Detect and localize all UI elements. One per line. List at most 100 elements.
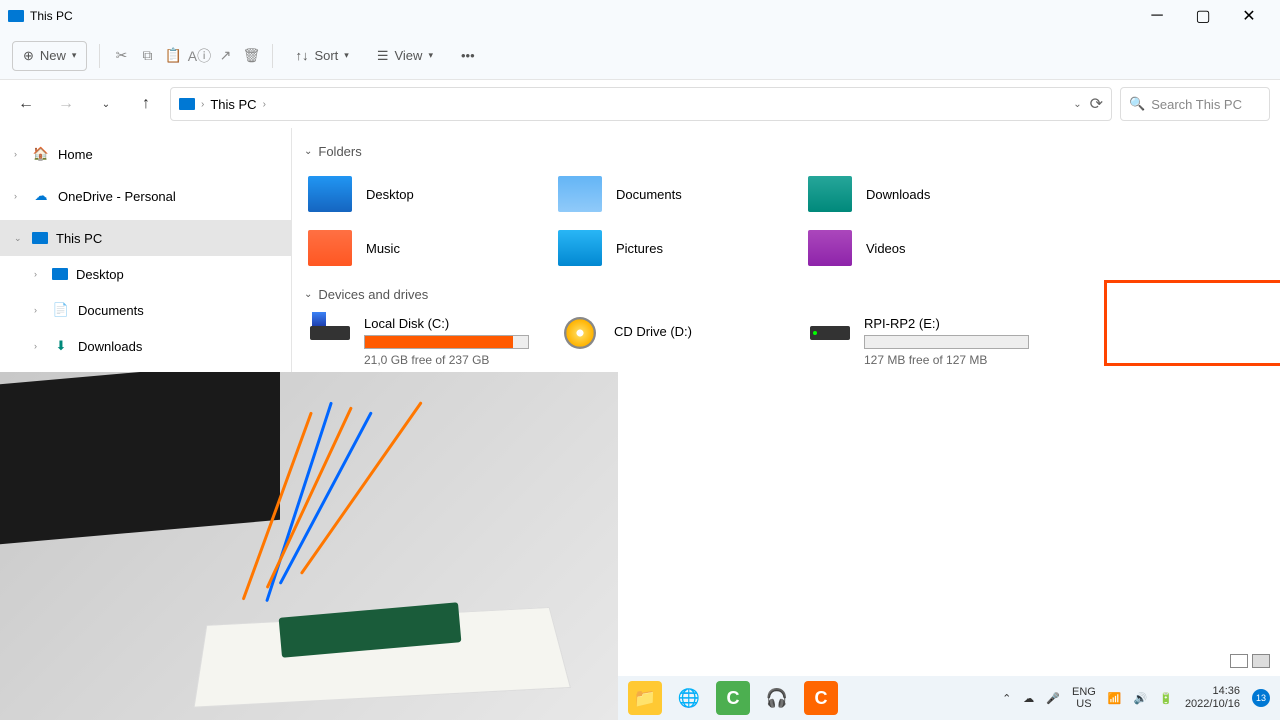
up-button[interactable]: ↑ — [130, 88, 162, 120]
titlebar: This PC ─ ▢ ✕ — [0, 0, 1280, 32]
wifi-icon[interactable]: 📶 — [1108, 692, 1122, 705]
details-view-button[interactable] — [1230, 654, 1248, 668]
sidebar-item-onedrive[interactable]: › ☁ OneDrive - Personal — [0, 178, 291, 214]
folders-grid: Desktop Documents Downloads Music Pictur… — [300, 167, 1280, 275]
sidebar-label: This PC — [56, 231, 102, 246]
folder-downloads[interactable]: Downloads — [800, 167, 1050, 221]
chevron-right-icon: › — [14, 149, 24, 159]
sidebar-label: Home — [58, 147, 93, 162]
drive-d[interactable]: CD Drive (D:) — [550, 310, 800, 373]
language-indicator[interactable]: ENG US — [1072, 686, 1096, 710]
cut-icon[interactable]: ✂ — [112, 47, 130, 65]
location-icon — [179, 98, 195, 110]
sort-button[interactable]: ↑↓ Sort ▾ — [285, 42, 358, 69]
minimize-button[interactable]: ─ — [1134, 0, 1180, 32]
rename-icon[interactable]: Aⓘ — [190, 47, 208, 65]
app-icon[interactable]: C — [804, 681, 838, 715]
new-button[interactable]: ⊕ New ▾ — [12, 41, 87, 71]
plus-icon: ⊕ — [23, 48, 34, 64]
share-icon[interactable]: ↗ — [216, 47, 234, 65]
sidebar-item-desktop[interactable]: › Desktop — [0, 256, 291, 292]
folder-label: Pictures — [616, 241, 663, 256]
usb-disk-icon — [808, 316, 852, 350]
disk-icon — [308, 316, 352, 350]
time-text: 14:36 — [1185, 685, 1240, 698]
folders-header[interactable]: ⌄ Folders — [304, 144, 1280, 159]
tray-chevron-icon[interactable]: ⌃ — [1002, 692, 1011, 705]
date-text: 2022/10/16 — [1185, 698, 1240, 711]
close-button[interactable]: ✕ — [1226, 0, 1272, 32]
this-pc-icon — [8, 10, 24, 22]
notification-badge[interactable]: 13 — [1252, 689, 1270, 707]
chevron-right-icon: › — [34, 341, 44, 351]
volume-icon[interactable]: 🔊 — [1134, 692, 1148, 705]
taskbar: 📁 🌐 C 🎧 C ⌃ ☁ 🎤 ENG US 📶 🔊 🔋 14:36 2022/… — [618, 676, 1280, 720]
folder-videos[interactable]: Videos — [800, 221, 1050, 275]
mic-icon[interactable]: 🎤 — [1046, 692, 1060, 705]
annotation-highlight — [1104, 280, 1280, 366]
view-icon: ☰ — [377, 48, 389, 64]
chevron-right-icon: › — [34, 305, 44, 315]
chevron-down-icon: ▾ — [72, 50, 77, 61]
view-button[interactable]: ☰ View ▾ — [367, 42, 443, 70]
onedrive-tray-icon[interactable]: ☁ — [1023, 692, 1034, 705]
battery-icon[interactable]: 🔋 — [1159, 692, 1173, 705]
sidebar-item-downloads[interactable]: › ⬇ Downloads — [0, 328, 291, 364]
capacity-fill — [365, 336, 513, 348]
camtasia-icon[interactable]: C — [716, 681, 750, 715]
sidebar-label: Documents — [78, 303, 144, 318]
breadcrumb[interactable]: This PC — [210, 97, 256, 112]
sidebar-item-documents[interactable]: › 📄 Documents — [0, 292, 291, 328]
videos-folder-icon — [808, 230, 852, 266]
address-bar[interactable]: › This PC › ⌄ ⟳ — [170, 87, 1112, 121]
paste-icon[interactable]: 📋 — [164, 47, 182, 65]
folder-label: Videos — [866, 241, 906, 256]
delete-icon[interactable]: 🗑 — [242, 47, 260, 65]
pc-icon — [32, 232, 48, 244]
chrome-icon[interactable]: 🌐 — [672, 681, 706, 715]
drive-c[interactable]: Local Disk (C:) 21,0 GB free of 237 GB — [300, 310, 550, 373]
music-folder-icon — [308, 230, 352, 266]
folder-music[interactable]: Music — [300, 221, 550, 275]
folder-documents[interactable]: Documents — [550, 167, 800, 221]
separator — [99, 44, 100, 68]
capacity-bar — [864, 335, 1029, 349]
drive-e[interactable]: RPI-RP2 (E:) 127 MB free of 127 MB — [800, 310, 1050, 373]
refresh-icon[interactable]: ⟳ — [1090, 94, 1103, 114]
documents-folder-icon — [558, 176, 602, 212]
audacity-icon[interactable]: 🎧 — [760, 681, 794, 715]
window-controls: ─ ▢ ✕ — [1134, 0, 1272, 32]
folder-label: Desktop — [366, 187, 414, 202]
desktop-folder-icon — [308, 176, 352, 212]
icons-view-button[interactable] — [1252, 654, 1270, 668]
chevron-down-icon: ▾ — [344, 50, 349, 61]
maximize-button[interactable]: ▢ — [1180, 0, 1226, 32]
explorer-icon[interactable]: 📁 — [628, 681, 662, 715]
folder-label: Downloads — [866, 187, 930, 202]
clock[interactable]: 14:36 2022/10/16 — [1185, 685, 1240, 711]
search-input[interactable]: 🔍 Search This PC — [1120, 87, 1270, 121]
chevron-down-icon: ⌄ — [304, 289, 312, 300]
search-placeholder: Search This PC — [1151, 97, 1242, 112]
forward-button[interactable]: → — [50, 88, 82, 120]
copy-icon[interactable]: ⧉ — [138, 47, 156, 65]
sidebar-item-home[interactable]: › 🏠 Home — [0, 136, 291, 172]
documents-icon: 📄 — [52, 301, 70, 319]
folder-pictures[interactable]: Pictures — [550, 221, 800, 275]
more-button[interactable]: ••• — [451, 42, 485, 69]
downloads-icon: ⬇ — [52, 337, 70, 355]
chevron-right-icon: › — [263, 99, 266, 110]
chevron-right-icon: › — [14, 191, 24, 201]
recent-button[interactable]: ⌄ — [90, 88, 122, 120]
home-icon: 🏠 — [32, 145, 50, 163]
drive-free-text: 21,0 GB free of 237 GB — [364, 353, 542, 367]
sidebar-item-thispc[interactable]: ⌄ This PC — [0, 220, 291, 256]
folder-label: Documents — [616, 187, 682, 202]
view-mode-toggles — [1230, 654, 1270, 668]
chevron-down-icon[interactable]: ⌄ — [1073, 99, 1081, 110]
chevron-right-icon: › — [201, 99, 204, 110]
back-button[interactable]: ← — [10, 88, 42, 120]
lang-secondary: US — [1072, 698, 1096, 710]
cloud-icon: ☁ — [32, 187, 50, 205]
folder-desktop[interactable]: Desktop — [300, 167, 550, 221]
